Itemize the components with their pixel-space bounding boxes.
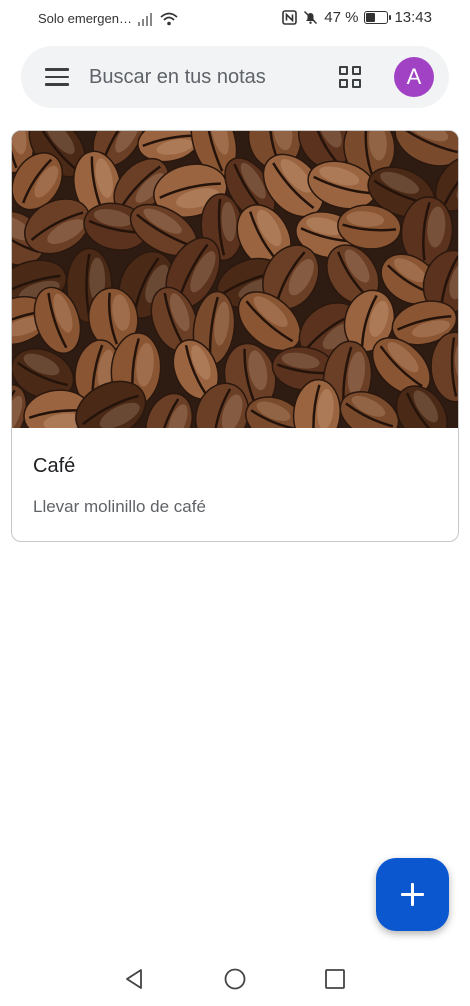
home-icon[interactable]: [223, 967, 247, 991]
grid-view-icon[interactable]: [339, 66, 363, 90]
battery-icon: [364, 11, 392, 24]
back-icon[interactable]: [122, 967, 146, 991]
battery-percent: 47 %: [324, 9, 359, 26]
note-card[interactable]: Café Llevar molinillo de café: [11, 130, 459, 542]
recents-icon[interactable]: [323, 967, 347, 991]
wifi-icon: [160, 12, 178, 25]
status-bar: Solo emergen… 47 % 13:43: [0, 0, 470, 36]
search-input[interactable]: Buscar en tus notas: [89, 66, 266, 89]
status-left: Solo emergen…: [38, 11, 178, 26]
avatar[interactable]: A: [394, 57, 434, 97]
nfc-icon: [282, 10, 298, 25]
new-note-button[interactable]: [376, 858, 449, 931]
search-bar[interactable]: Buscar en tus notas A: [21, 46, 449, 108]
signal-icon: [137, 12, 154, 26]
navigation-bar: [0, 955, 470, 1006]
status-right: 47 % 13:43: [282, 9, 432, 26]
note-title: Café: [33, 455, 76, 477]
clock: 13:43: [394, 9, 432, 26]
menu-icon[interactable]: [45, 68, 69, 86]
note-body: Llevar molinillo de café: [33, 497, 206, 516]
mute-icon: [304, 10, 318, 25]
coffee-beans-image: [12, 131, 458, 428]
carrier-text: Solo emergen…: [38, 11, 132, 26]
